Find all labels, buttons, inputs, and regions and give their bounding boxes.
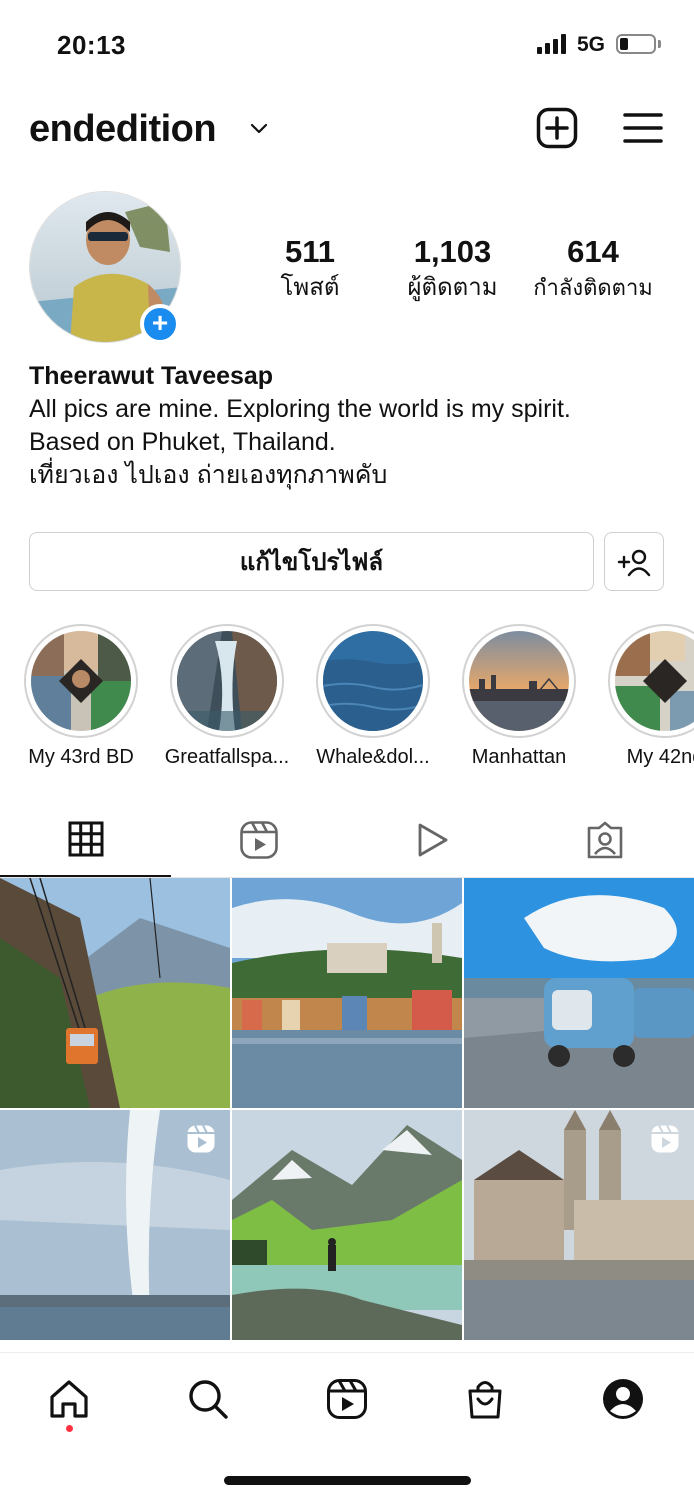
highlight-ring — [316, 624, 430, 738]
add-story-button[interactable]: + — [140, 304, 180, 344]
highlight-item[interactable]: Whale&dol... — [315, 624, 431, 769]
tagged-icon — [587, 821, 622, 858]
network-type: 5G — [577, 33, 606, 56]
profile-icon — [603, 1379, 643, 1419]
shop-icon — [468, 1381, 502, 1419]
highlight-ring — [170, 624, 284, 738]
bio-line: All pics are mine. Exploring the world i… — [29, 395, 571, 423]
highlight-cover — [31, 631, 131, 731]
battery-nub — [658, 40, 661, 48]
profile-bio: Theerawut Taveesap All pics are mine. Ex… — [29, 360, 669, 492]
highlight-label: My 43rd BD — [28, 746, 134, 768]
new-post-icon[interactable] — [536, 107, 578, 149]
highlight-cover — [177, 631, 277, 731]
followers-count: 1,103 — [413, 234, 492, 269]
tab-posts-grid[interactable] — [0, 802, 171, 877]
nav-search[interactable] — [184, 1375, 232, 1423]
reels-icon — [327, 1379, 367, 1419]
display-name: Theerawut Taveesap — [29, 362, 274, 390]
nav-profile[interactable] — [599, 1375, 647, 1423]
highlight-cover — [323, 631, 423, 731]
highlight-label: Whale&dol... — [316, 746, 430, 768]
video-play-icon — [418, 823, 447, 856]
highlight-item[interactable]: Greatfallspa... — [165, 624, 289, 769]
chevron-down-icon[interactable] — [248, 118, 270, 140]
nav-home[interactable] — [45, 1375, 93, 1423]
battery-icon — [616, 34, 656, 54]
bio-line: Based on Phuket, Thailand. — [29, 428, 336, 456]
highlight-label: Greatfallspa... — [164, 746, 290, 768]
home-icon — [50, 1380, 88, 1418]
posts-count: 511 — [284, 234, 335, 269]
grid-post[interactable] — [232, 1110, 462, 1340]
reel-badge-icon — [651, 1125, 679, 1153]
highlight-ring — [608, 624, 694, 738]
highlight-cover — [615, 631, 694, 731]
add-person-icon — [617, 549, 651, 576]
reel-badge-icon — [187, 1125, 215, 1153]
bio-line: เที่ยวเอง ไปเอง ถ่ายเองทุกภาพคับ — [29, 461, 388, 489]
grid-post[interactable] — [0, 878, 230, 1108]
highlight-cover — [469, 631, 569, 731]
status-time: 20:13 — [57, 30, 126, 60]
grid-post[interactable] — [232, 878, 462, 1108]
posts-stat[interactable]: 511 โพสต์ — [265, 233, 355, 305]
following-count: 614 — [567, 234, 619, 269]
menu-icon[interactable] — [623, 109, 663, 147]
followers-label: ผู้ติดตาม — [407, 274, 498, 301]
grid-post[interactable] — [0, 1110, 230, 1340]
tab-videos[interactable] — [346, 802, 517, 877]
cellular-signal-icon — [537, 34, 569, 54]
following-stat[interactable]: 614 กำลังติดตาม — [527, 233, 659, 305]
profile-tabs — [0, 802, 694, 878]
highlight-item[interactable]: Manhattan — [461, 624, 577, 769]
profile-avatar[interactable]: + — [29, 191, 183, 345]
edit-profile-button[interactable]: แก้ไขโปรไฟล์ — [29, 532, 594, 591]
account-switcher-username[interactable]: endedition — [29, 108, 217, 151]
nav-reels[interactable] — [323, 1375, 371, 1423]
discover-people-button[interactable] — [604, 532, 664, 591]
nav-shop[interactable] — [461, 1375, 509, 1423]
status-bar: 20:13 5G — [0, 0, 694, 90]
highlight-ring — [24, 624, 138, 738]
followers-stat[interactable]: 1,103 ผู้ติดตาม — [395, 233, 510, 305]
grid-icon — [68, 821, 103, 856]
grid-post[interactable] — [464, 878, 694, 1108]
home-indicator[interactable] — [224, 1476, 471, 1485]
grid-post[interactable] — [464, 1110, 694, 1340]
highlight-label: My 42nd — [626, 746, 694, 768]
posts-label: โพสต์ — [280, 274, 340, 301]
following-label: กำลังติดตาม — [533, 275, 653, 300]
highlight-label: Manhattan — [471, 746, 567, 768]
tab-tagged[interactable] — [519, 802, 690, 877]
tab-reels[interactable] — [173, 802, 344, 877]
profile-header: endedition — [0, 100, 694, 160]
notification-dot — [66, 1425, 73, 1432]
search-icon — [189, 1380, 228, 1419]
reels-icon — [239, 820, 278, 859]
highlight-item[interactable]: My 43rd BD — [23, 624, 139, 769]
bottom-navigation — [0, 1352, 694, 1500]
highlight-ring — [462, 624, 576, 738]
highlight-item[interactable]: My 42nd — [607, 624, 694, 769]
